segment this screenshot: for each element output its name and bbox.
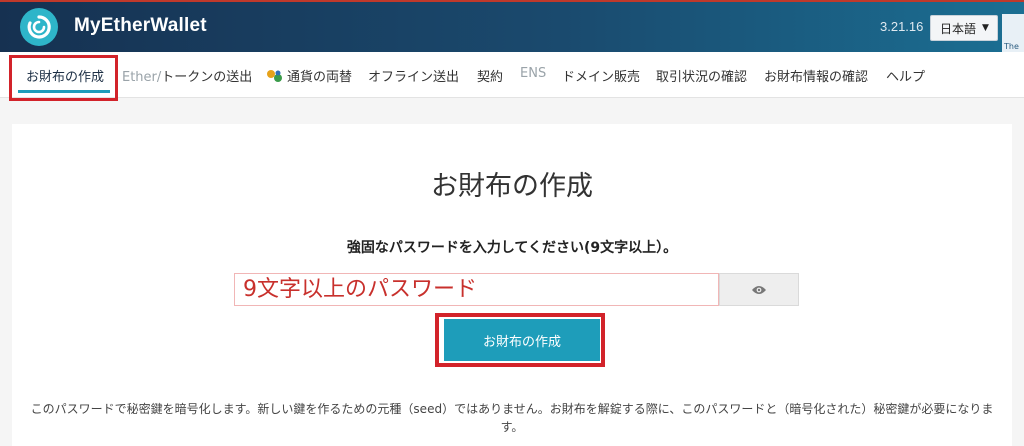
swap-icon — [267, 70, 282, 82]
nav-item-send[interactable]: Ether/トークンの送出 — [122, 66, 252, 85]
nav-highlight-box — [9, 55, 118, 101]
password-prompt: 強固なパスワードを入力してください(9文字以上）。 — [346, 240, 678, 256]
nav-item-send-label: トークンの送出 — [161, 70, 253, 85]
nav-item-help[interactable]: ヘルプ — [886, 66, 925, 85]
page-title: お財布の作成 — [431, 171, 593, 202]
app-header: MyEtherWallet 3.21.16 日本語 ▼ The — [0, 0, 1024, 54]
password-note: このパスワードで秘密鍵を暗号化します。新しい鍵を作るための元種（seed）ではあ… — [30, 402, 994, 434]
nav-item-view-wallet[interactable]: お財布情報の確認 — [764, 66, 868, 85]
nav-item-offline[interactable]: オフライン送出 — [368, 66, 459, 85]
nav-item-ens[interactable]: ENS — [520, 66, 546, 81]
brand-name[interactable]: MyEtherWallet — [74, 15, 207, 37]
nav-item-swap-label: 通貨の両替 — [287, 70, 353, 85]
language-value: 日本語 — [940, 21, 977, 36]
nav-item-tx-status[interactable]: 取引状況の確認 — [656, 66, 747, 85]
language-select[interactable]: 日本語 ▼ — [930, 15, 998, 41]
main-nav: お財布の作成 Ether/トークンの送出 通貨の両替 オフライン送出 契約 EN… — [0, 52, 1024, 98]
nav-item-domain-sale[interactable]: ドメイン販売 — [562, 66, 640, 85]
version-label: 3.21.16 — [880, 19, 924, 34]
show-password-button[interactable] — [719, 273, 799, 306]
button-highlight-box — [435, 313, 605, 367]
eye-icon — [752, 285, 766, 294]
nav-item-swap[interactable]: 通貨の両替 — [266, 66, 352, 85]
password-input[interactable]: 9文字以上のパスワード — [234, 273, 719, 306]
corner-text: The — [1004, 42, 1019, 51]
create-wallet-panel: お財布の作成 強固なパスワードを入力してください(9文字以上）。 9文字以上のパ… — [12, 124, 1012, 446]
caret-down-icon: ▼ — [982, 23, 989, 33]
mew-logo-icon[interactable] — [20, 8, 58, 46]
nav-item-contracts[interactable]: 契約 — [477, 66, 503, 85]
